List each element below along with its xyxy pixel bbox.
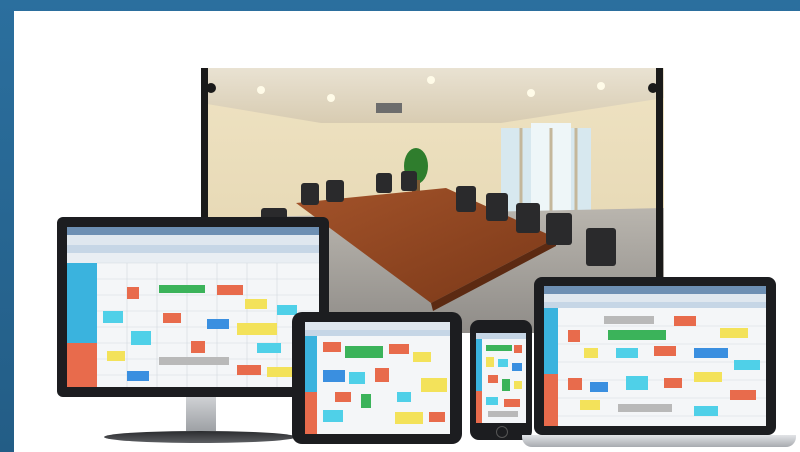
monitor-base — [104, 431, 296, 443]
desktop-scheduler-screen — [67, 227, 319, 387]
tablet-scheduler-screen — [305, 322, 450, 434]
laptop-scheduler-screen — [544, 286, 766, 426]
laptop-base — [522, 435, 796, 447]
phone-home-button — [496, 426, 508, 438]
monitor-stand — [186, 397, 216, 431]
phone-scheduler-screen — [476, 333, 526, 423]
promo-banner — [14, 11, 800, 452]
